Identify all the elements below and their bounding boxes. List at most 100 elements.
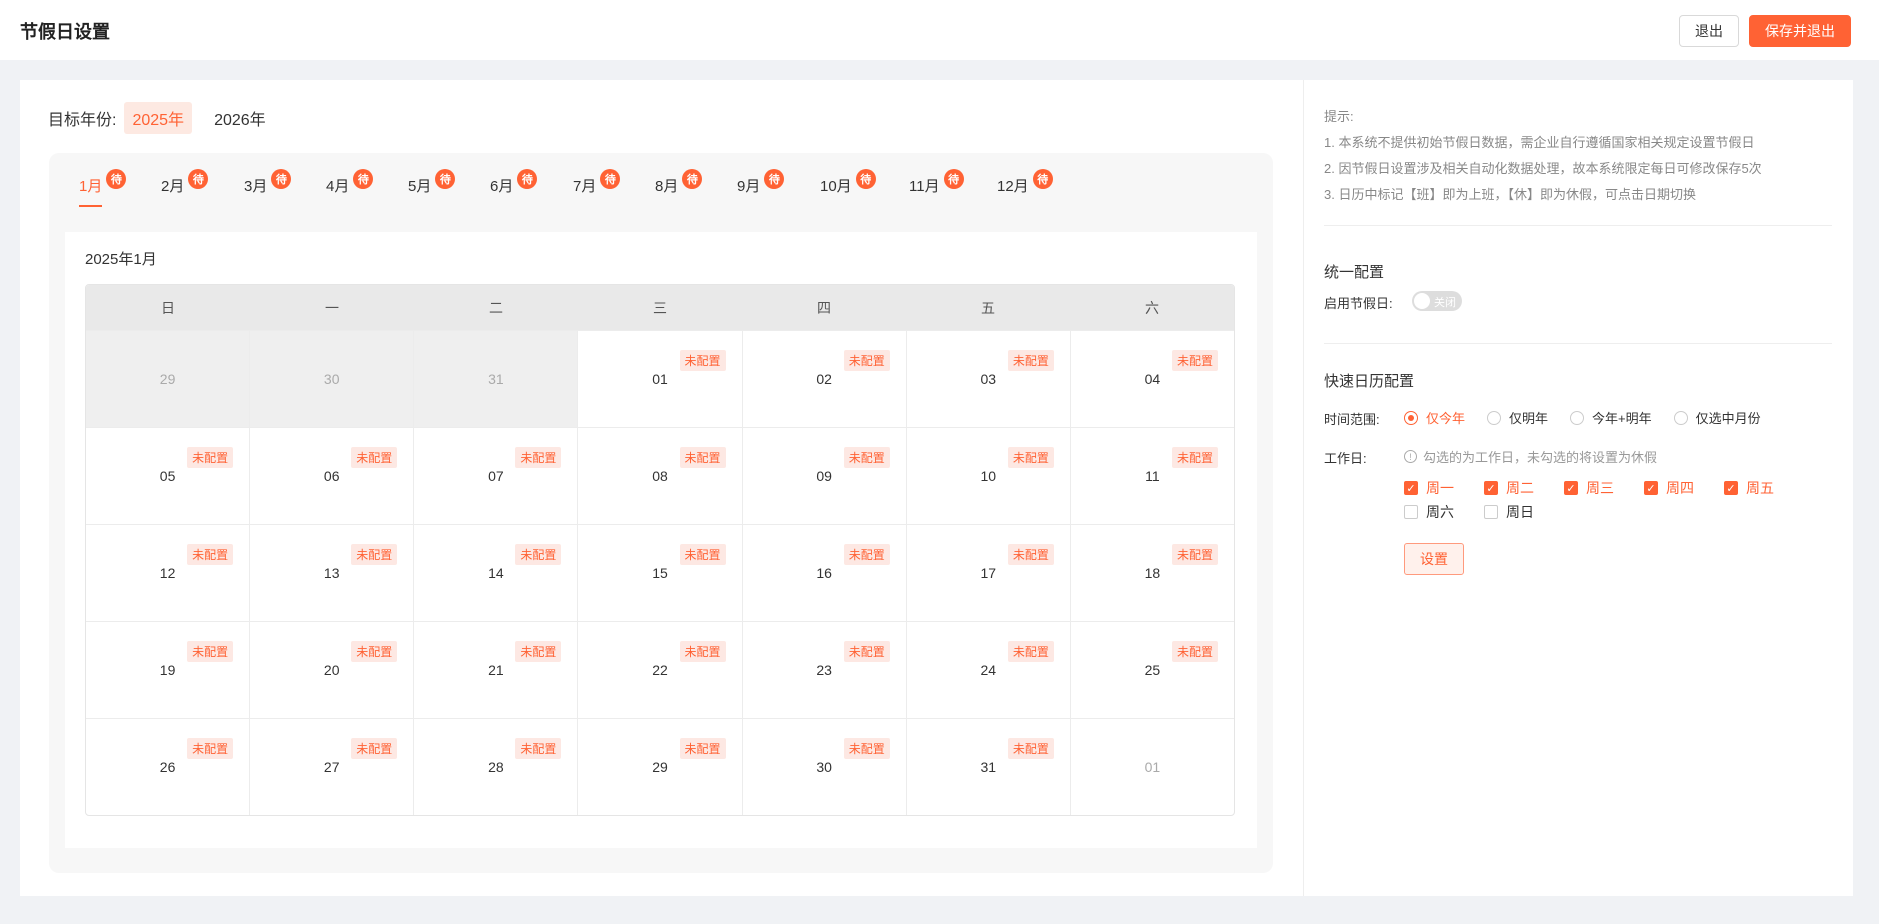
calendar-day-cell[interactable]: 31 未配置	[906, 718, 1071, 815]
day-number: 12	[159, 565, 176, 581]
time-range-radio[interactable]: 今年+明年	[1570, 408, 1652, 427]
weekday-label: 日	[161, 299, 175, 316]
calendar-day-cell[interactable]: 17 未配置	[906, 524, 1071, 621]
day-number: 15	[652, 565, 668, 581]
day-number: 10	[980, 468, 997, 484]
enable-holiday-switch[interactable]: 关闭	[1412, 291, 1462, 311]
exit-button[interactable]: 退出	[1679, 15, 1739, 47]
time-range-radio[interactable]: 仅今年	[1404, 408, 1465, 427]
calendar-day-cell[interactable]: 04 未配置	[1070, 330, 1234, 427]
calendar-day-cell[interactable]: 05 未配置	[86, 427, 251, 524]
tips-title: 提示:	[1324, 109, 1354, 124]
calendar-day-cell[interactable]: 10 未配置	[906, 427, 1071, 524]
calendar-day-cell[interactable]: 22 未配置	[578, 621, 743, 718]
year-selector: 目标年份: 2025年 2026年	[48, 102, 288, 134]
calendar-box: 1月待 2月待 3月待 4月待 5月待 6月待 7月待 8月待 9月待 10月待 11月待 12月待 …	[49, 153, 1273, 873]
calendar-day-cell[interactable]: 12 未配置	[86, 524, 251, 621]
calendar-day-cell[interactable]: 15 未配置	[578, 524, 743, 621]
workday-checkbox[interactable]: ✓ 周一	[1404, 476, 1484, 500]
calendar-day-cell[interactable]: 18 未配置	[1070, 524, 1234, 621]
calendar-day-cell[interactable]: 21 未配置	[414, 621, 579, 718]
calendar-day-cell[interactable]: 30 未配置	[742, 718, 907, 815]
day-number: 22	[652, 662, 668, 678]
workday-checkbox[interactable]: ✓ 周二	[1484, 476, 1564, 500]
radio-label: 仅今年	[1426, 411, 1466, 426]
day-number: 26	[159, 759, 176, 775]
month-tab-3[interactable]: 3月待	[244, 169, 292, 207]
tips: 提示: 1. 本系统不提供初始节假日数据，需企业自行遵循国家相关规定设置节假日 …	[1324, 104, 1762, 208]
info-icon: !	[1404, 450, 1417, 463]
checkbox-label: 周日	[1506, 504, 1534, 520]
calendar-day-cell[interactable]: 01 未配置	[578, 330, 743, 427]
divider	[1324, 225, 1832, 226]
calendar-day-cell[interactable]: 20 未配置	[250, 621, 415, 718]
calendar-day-cell[interactable]: 25 未配置	[1070, 621, 1234, 718]
month-tab-11[interactable]: 11月待	[909, 169, 964, 207]
calendar-day-cell[interactable]: 02 未配置	[742, 330, 907, 427]
workday-checkbox[interactable]: 周日	[1484, 500, 1564, 524]
calendar-day-cell[interactable]: 30	[250, 330, 415, 427]
calendar-day-cell[interactable]: 16 未配置	[742, 524, 907, 621]
year-option-2026[interactable]: 2026年	[206, 102, 274, 134]
unconfigured-tag: 未配置	[187, 641, 234, 662]
month-tab-label: 2月	[161, 178, 185, 195]
calendar-day-cell[interactable]: 23 未配置	[742, 621, 907, 718]
month-tab-6[interactable]: 6月待	[490, 169, 538, 207]
calendar-day-cell[interactable]: 24 未配置	[906, 621, 1071, 718]
unconfigured-tag: 未配置	[515, 738, 562, 759]
workday-checkbox[interactable]: ✓ 周三	[1564, 476, 1644, 500]
calendar-day-cell[interactable]: 01	[1070, 718, 1234, 815]
calendar-day-cell[interactable]: 29 未配置	[578, 718, 743, 815]
weekday-label: 六	[1145, 299, 1159, 316]
calendar-day-cell[interactable]: 31	[414, 330, 579, 427]
pending-badge: 待	[435, 169, 456, 189]
top-header: 节假日设置 退出 保存并退出	[0, 0, 1879, 60]
radio-dot-icon	[1487, 410, 1502, 425]
month-tab-12[interactable]: 12月待	[997, 169, 1053, 207]
calendar-day-cell[interactable]: 14 未配置	[414, 524, 579, 621]
month-tab-9[interactable]: 9月待	[737, 169, 785, 207]
set-button[interactable]: 设置	[1404, 543, 1464, 575]
calendar-day-cell[interactable]: 27 未配置	[250, 718, 415, 815]
month-tab-5[interactable]: 5月待	[408, 169, 456, 207]
calendar-day-cell[interactable]: 19 未配置	[86, 621, 251, 718]
calendar-day-cell[interactable]: 09 未配置	[742, 427, 907, 524]
calendar-day-cell[interactable]: 26 未配置	[86, 718, 251, 815]
checkmark-icon: ✓	[1484, 481, 1498, 495]
month-tab-2[interactable]: 2月待	[161, 169, 209, 207]
weekday-label: 四	[817, 299, 831, 316]
workday-checkbox[interactable]: ✓ 周四	[1644, 476, 1724, 500]
month-tab-4[interactable]: 4月待	[326, 169, 374, 207]
quick-config-title: 快速日历配置	[1324, 373, 1415, 390]
day-number: 20	[323, 662, 340, 678]
year-option-2025[interactable]: 2025年	[124, 102, 193, 134]
calendar-day-cell[interactable]: 03 未配置	[906, 330, 1071, 427]
month-tab-10[interactable]: 10月待	[820, 169, 876, 207]
day-number: 27	[323, 759, 340, 775]
workday-checkbox[interactable]: ✓ 周五	[1724, 476, 1804, 500]
calendar-day-cell[interactable]: 13 未配置	[250, 524, 415, 621]
unified-config-title: 统一配置	[1324, 264, 1385, 281]
calendar-day-cell[interactable]: 08 未配置	[578, 427, 743, 524]
unconfigured-tag: 未配置	[1171, 447, 1218, 468]
unconfigured-tag: 未配置	[1007, 641, 1054, 662]
month-tab-label: 8月	[655, 178, 679, 195]
calendar-day-cell[interactable]: 11 未配置	[1070, 427, 1234, 524]
month-tab-8[interactable]: 8月待	[655, 169, 703, 207]
unconfigured-tag: 未配置	[187, 544, 234, 565]
calendar-day-cell[interactable]: 07 未配置	[414, 427, 579, 524]
time-range-radio[interactable]: 仅选中月份	[1673, 408, 1761, 427]
checkbox-label: 周六	[1426, 504, 1454, 520]
month-tab-1[interactable]: 1月待	[79, 169, 127, 207]
month-tab-7[interactable]: 7月待	[573, 169, 621, 207]
calendar-day-cell[interactable]: 29	[86, 330, 251, 427]
checkmark-icon: ✓	[1644, 481, 1658, 495]
unconfigured-tag: 未配置	[1007, 738, 1054, 759]
workday-checkbox[interactable]: 周六	[1404, 500, 1484, 524]
calendar-day-cell[interactable]: 06 未配置	[250, 427, 415, 524]
checkmark-icon: ✓	[1724, 481, 1738, 495]
time-range-radio[interactable]: 仅明年	[1487, 408, 1548, 427]
calendar-day-cell[interactable]: 28 未配置	[414, 718, 579, 815]
unconfigured-tag: 未配置	[1171, 641, 1218, 662]
save-and-exit-button[interactable]: 保存并退出	[1749, 15, 1851, 47]
